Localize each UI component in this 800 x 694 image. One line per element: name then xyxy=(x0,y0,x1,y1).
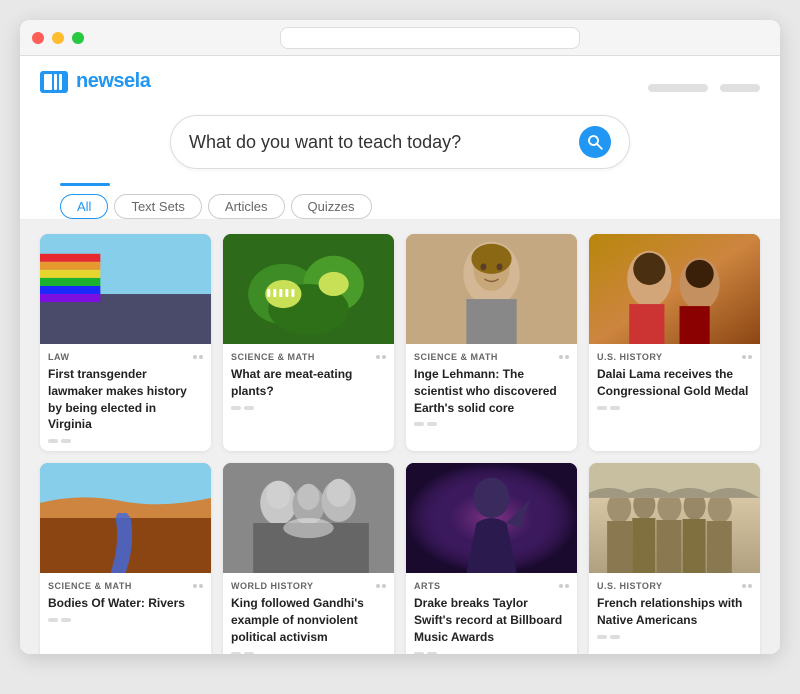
card-meat-eating-plants[interactable]: SCIENCE & MATH What are meat-eating plan… xyxy=(223,234,394,451)
content-area: LAW First transgender lawmaker makes his… xyxy=(20,220,780,654)
newsela-logo-icon xyxy=(40,71,68,93)
card-body: SCIENCE & MATH Bodies Of Water: Rivers xyxy=(40,573,211,630)
card-category: U.S. HISTORY xyxy=(597,352,752,362)
logo-text: newsela xyxy=(76,70,150,93)
card-body: SCIENCE & MATH What are meat-eating plan… xyxy=(223,344,394,418)
card-title: What are meat-eating plants? xyxy=(231,366,386,400)
card-image-drake xyxy=(406,463,577,573)
header: newsela What do you want to teach today? xyxy=(20,56,780,220)
minimize-dot[interactable] xyxy=(52,32,64,44)
card-image-gandhi xyxy=(223,463,394,573)
card-image-woman xyxy=(406,234,577,344)
nav-line-1 xyxy=(648,84,708,92)
card-image-rainbow xyxy=(40,234,211,344)
tab-all[interactable]: All xyxy=(60,194,108,219)
card-bodies-of-water[interactable]: SCIENCE & MATH Bodies Of Water: Rivers xyxy=(40,463,211,654)
card-title: Dalai Lama receives the Congressional Go… xyxy=(597,366,752,400)
tabs-row: All Text Sets Articles Quizzes xyxy=(40,194,760,219)
card-title: First transgender lawmaker makes history… xyxy=(48,366,203,433)
card-body: U.S. HISTORY Dalai Lama receives the Con… xyxy=(589,344,760,418)
card-category: SCIENCE & MATH xyxy=(48,581,203,591)
card-category: WORLD HISTORY xyxy=(231,581,386,591)
card-category: SCIENCE & MATH xyxy=(231,352,386,362)
tab-articles[interactable]: Articles xyxy=(208,194,285,219)
card-title: Bodies Of Water: Rivers xyxy=(48,595,203,612)
card-body: WORLD HISTORY King followed Gandhi's exa… xyxy=(223,573,394,654)
search-container: What do you want to teach today? xyxy=(40,115,760,169)
card-transgender-lawmaker[interactable]: LAW First transgender lawmaker makes his… xyxy=(40,234,211,451)
card-dalai-lama[interactable]: U.S. HISTORY Dalai Lama receives the Con… xyxy=(589,234,760,451)
card-body: ARTS Drake breaks Taylor Swift's record … xyxy=(406,573,577,654)
maximize-dot[interactable] xyxy=(72,32,84,44)
card-french-native-americans[interactable]: U.S. HISTORY French relationships with N… xyxy=(589,463,760,654)
search-bar[interactable]: What do you want to teach today? xyxy=(170,115,630,169)
active-tab-indicator xyxy=(60,183,110,186)
tab-quizzes[interactable]: Quizzes xyxy=(291,194,372,219)
card-category: ARTS xyxy=(414,581,569,591)
card-title: King followed Gandhi's example of nonvio… xyxy=(231,595,386,645)
cards-row-2: SCIENCE & MATH Bodies Of Water: Rivers xyxy=(40,463,760,654)
logo-area: newsela xyxy=(40,70,150,93)
card-image-history xyxy=(589,463,760,573)
search-placeholder-text: What do you want to teach today? xyxy=(189,132,579,153)
card-image-canyon xyxy=(40,463,211,573)
nav-line-2 xyxy=(720,84,760,92)
tab-text-sets[interactable]: Text Sets xyxy=(114,194,201,219)
card-body: LAW First transgender lawmaker makes his… xyxy=(40,344,211,451)
card-title: Drake breaks Taylor Swift's record at Bi… xyxy=(414,595,569,645)
card-title: Inge Lehmann: The scientist who discover… xyxy=(414,366,569,416)
card-category: SCIENCE & MATH xyxy=(414,352,569,362)
titlebar xyxy=(20,20,780,56)
card-drake[interactable]: ARTS Drake breaks Taylor Swift's record … xyxy=(406,463,577,654)
search-button[interactable] xyxy=(579,126,611,158)
card-category: U.S. HISTORY xyxy=(597,581,752,591)
url-bar[interactable] xyxy=(280,27,580,49)
card-body: U.S. HISTORY French relationships with N… xyxy=(589,573,760,647)
card-king-gandhi[interactable]: WORLD HISTORY King followed Gandhi's exa… xyxy=(223,463,394,654)
app-window: newsela What do you want to teach today? xyxy=(20,20,780,654)
close-dot[interactable] xyxy=(32,32,44,44)
card-image-girls xyxy=(589,234,760,344)
card-body: SCIENCE & MATH Inge Lehmann: The scienti… xyxy=(406,344,577,434)
card-category: LAW xyxy=(48,352,203,362)
card-inge-lehmann[interactable]: SCIENCE & MATH Inge Lehmann: The scienti… xyxy=(406,234,577,451)
card-title: French relationships with Native America… xyxy=(597,595,752,629)
cards-row-1: LAW First transgender lawmaker makes his… xyxy=(40,234,760,451)
card-image-venus xyxy=(223,234,394,344)
